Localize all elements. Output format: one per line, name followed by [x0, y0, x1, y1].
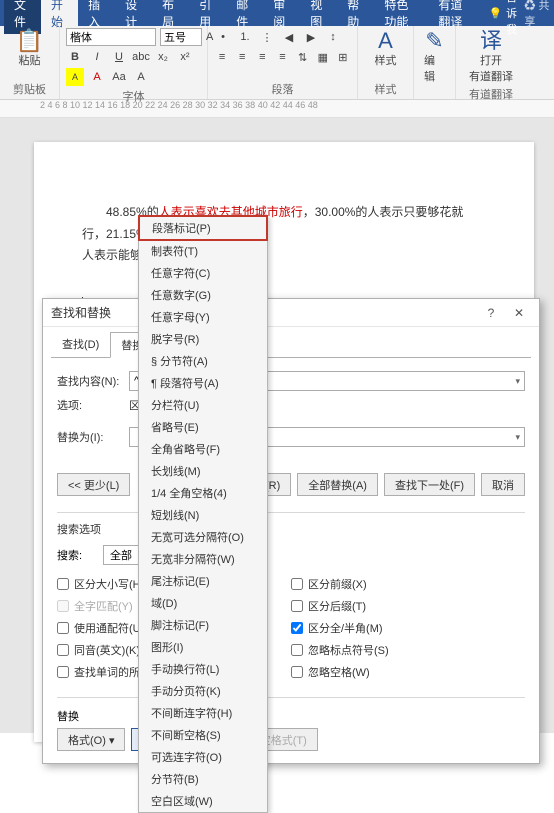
cancel-button[interactable]: 取消: [481, 473, 525, 496]
close-icon[interactable]: ✕: [507, 303, 531, 323]
numbering-icon[interactable]: 1.: [236, 28, 254, 46]
find-label: 查找内容(N):: [57, 373, 129, 389]
font-color-icon[interactable]: A: [88, 68, 106, 86]
clear-format-icon[interactable]: A: [132, 68, 150, 86]
less-button[interactable]: << 更少(L): [57, 473, 130, 496]
special-format-menu: 段落标记(P)制表符(T)任意字符(C)任意数字(G)任意字母(Y)脱字号(R)…: [138, 215, 268, 813]
ribbon: 📋粘贴 剪贴板 A B I U abc x₂ x² A A Aa A 字体 • …: [0, 26, 554, 100]
special-menu-item[interactable]: 手动分页符(K): [139, 680, 267, 702]
group-clipboard: 📋粘贴 剪贴板: [0, 26, 60, 99]
special-menu-item[interactable]: 省略号(E): [139, 416, 267, 438]
char-border-icon[interactable]: Aa: [110, 68, 128, 86]
bullets-icon[interactable]: •: [214, 28, 232, 46]
styles-button[interactable]: A样式: [364, 28, 407, 70]
format-button[interactable]: 格式(O) ▾: [57, 728, 125, 751]
italic-icon[interactable]: I: [88, 48, 106, 66]
special-menu-item[interactable]: 1/4 全角空格(4): [139, 482, 267, 504]
option-checkbox[interactable]: 区分全/半角(M): [291, 617, 525, 639]
special-menu-item[interactable]: 任意数字(G): [139, 284, 267, 306]
shading-icon[interactable]: ▦: [315, 48, 331, 66]
special-menu-item[interactable]: ¶ 段落符号(A): [139, 372, 267, 394]
sub-icon[interactable]: x₂: [154, 48, 172, 66]
special-menu-item[interactable]: 任意字母(Y): [139, 306, 267, 328]
replace-all-button[interactable]: 全部替换(A): [297, 473, 378, 496]
special-menu-item[interactable]: 制表符(T): [139, 240, 267, 262]
replace-label: 替换为(I):: [57, 429, 129, 445]
special-menu-item[interactable]: 尾注标记(E): [139, 570, 267, 592]
group-translate: 译打开有道翻译 有道翻译: [456, 26, 526, 99]
right-options: 区分前缀(X)区分后缀(T)区分全/半角(M)忽略标点符号(S)忽略空格(W): [291, 573, 525, 683]
special-menu-item[interactable]: 脱字号(R): [139, 328, 267, 350]
multilevel-icon[interactable]: ⋮: [258, 28, 276, 46]
special-menu-item[interactable]: 无宽非分隔符(W): [139, 548, 267, 570]
option-checkbox[interactable]: 区分前缀(X): [291, 573, 525, 595]
editing-button[interactable]: ✎编辑: [420, 28, 449, 86]
special-menu-item[interactable]: 短划线(N): [139, 504, 267, 526]
special-menu-item[interactable]: 段落标记(P): [138, 215, 268, 241]
special-menu-item[interactable]: 手动换行符(L): [139, 658, 267, 680]
align-right-icon[interactable]: ≡: [254, 48, 270, 66]
special-menu-item[interactable]: 分节符(B): [139, 768, 267, 790]
special-menu-item[interactable]: 全角省略号(F): [139, 438, 267, 460]
align-left-icon[interactable]: ≡: [214, 48, 230, 66]
special-menu-item[interactable]: 分栏符(U): [139, 394, 267, 416]
special-menu-item[interactable]: 脚注标记(F): [139, 614, 267, 636]
paste-button[interactable]: 📋粘贴: [6, 28, 53, 70]
strike-icon[interactable]: abc: [132, 48, 150, 66]
share-button[interactable]: ♻ 共享: [524, 0, 550, 29]
special-menu-item[interactable]: 图形(I): [139, 636, 267, 658]
group-font: A B I U abc x₂ x² A A Aa A 字体: [60, 26, 208, 99]
special-menu-item[interactable]: 不间断空格(S): [139, 724, 267, 746]
indent-dec-icon[interactable]: ◀: [280, 28, 298, 46]
translate-button[interactable]: 译打开有道翻译: [462, 28, 520, 86]
special-menu-item[interactable]: § 分节符(A): [139, 350, 267, 372]
search-options-heading: 搜索选项: [43, 517, 539, 541]
dialog-tabs: 查找(D) 替换(P) 定位(G): [43, 327, 539, 357]
special-menu-item[interactable]: 不间断连字符(H): [139, 702, 267, 724]
justify-icon[interactable]: ≡: [274, 48, 290, 66]
special-menu-item[interactable]: 域(D): [139, 592, 267, 614]
translate-icon: 译: [480, 30, 502, 52]
menu-bar: 文件 开始 插入 设计 布局 引用 邮件 审阅 视图 帮助 特色功能 有道翻译 …: [0, 0, 554, 26]
find-next-button[interactable]: 查找下一处(F): [384, 473, 475, 496]
borders-icon[interactable]: ⊞: [335, 48, 351, 66]
chevron-down-icon: ▾: [515, 432, 520, 443]
option-checkbox[interactable]: 区分后缀(T): [291, 595, 525, 617]
group-styles: A样式 样式: [358, 26, 414, 99]
search-direction-label: 搜索:: [57, 547, 97, 563]
underline-icon[interactable]: U: [110, 48, 128, 66]
option-checkbox[interactable]: 忽略空格(W): [291, 661, 525, 683]
bold-icon[interactable]: B: [66, 48, 84, 66]
editing-icon: ✎: [425, 30, 443, 52]
special-menu-item[interactable]: 任意字符(C): [139, 262, 267, 284]
sup-icon[interactable]: x²: [176, 48, 194, 66]
indent-inc-icon[interactable]: ▶: [302, 28, 320, 46]
option-checkbox[interactable]: 忽略标点符号(S): [291, 639, 525, 661]
dialog-title: 查找和替换: [51, 304, 111, 321]
align-center-icon[interactable]: ≡: [234, 48, 250, 66]
font-size-select[interactable]: [160, 28, 202, 46]
paste-icon: 📋: [16, 30, 43, 52]
special-menu-item[interactable]: 长划线(M): [139, 460, 267, 482]
group-paragraph: • 1. ⋮ ◀ ▶ ↕ ≡ ≡ ≡ ≡ ⇅ ▦ ⊞ 段落: [208, 26, 358, 99]
font-family-select[interactable]: [66, 28, 156, 46]
tab-find[interactable]: 查找(D): [51, 331, 110, 357]
options-label: 选项:: [57, 397, 129, 413]
special-menu-item[interactable]: 可选连字符(O): [139, 746, 267, 768]
styles-icon: A: [378, 30, 393, 52]
line-spacing-icon[interactable]: ⇅: [295, 48, 311, 66]
sort-icon[interactable]: ↕: [324, 28, 342, 46]
dialog-titlebar[interactable]: 查找和替换 ? ✕: [43, 299, 539, 327]
help-icon[interactable]: ?: [479, 303, 503, 323]
group-editing: ✎编辑: [414, 26, 456, 99]
highlight-icon[interactable]: A: [66, 68, 84, 86]
chevron-down-icon: ▾: [515, 376, 520, 387]
special-menu-item[interactable]: 空白区域(W): [139, 790, 267, 812]
find-replace-dialog: 查找和替换 ? ✕ 查找(D) 替换(P) 定位(G) 查找内容(N): ^p▾…: [42, 298, 540, 764]
special-menu-item[interactable]: 无宽可选分隔符(O): [139, 526, 267, 548]
bottom-label: 替换: [57, 708, 525, 724]
